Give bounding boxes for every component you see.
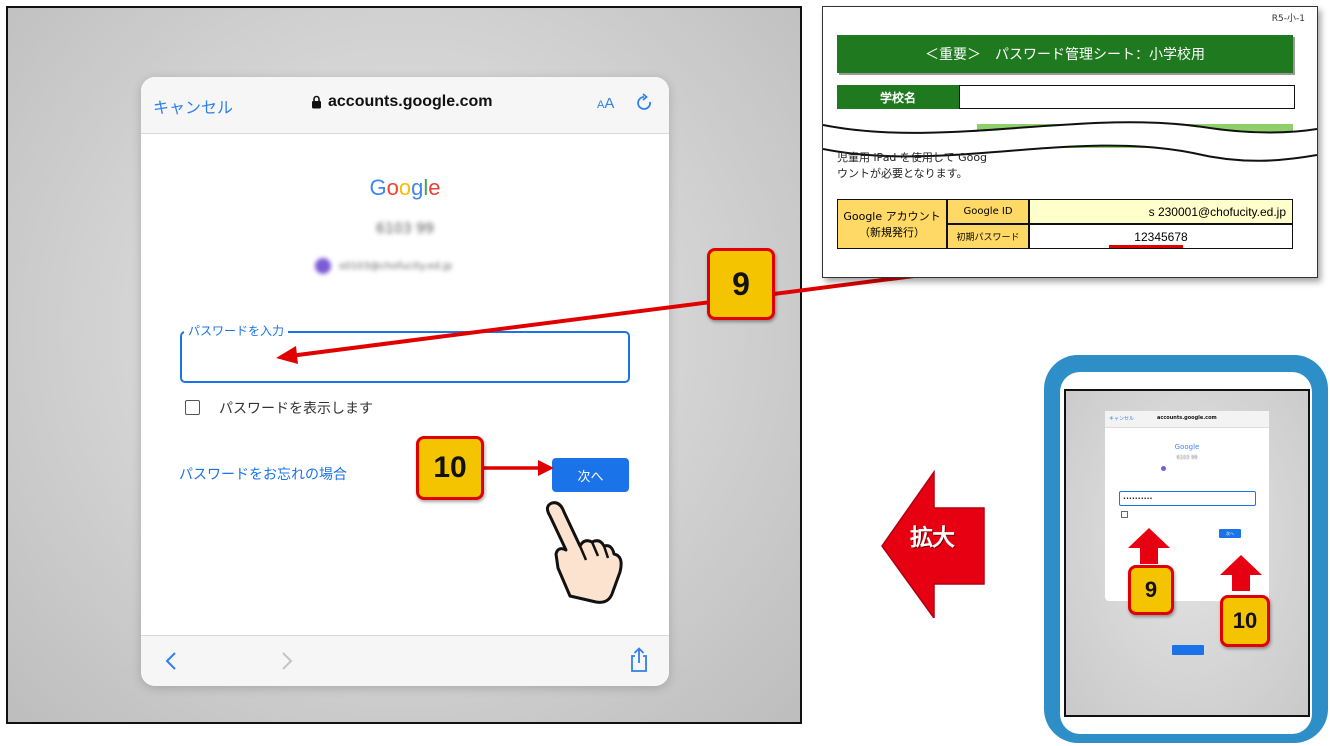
share-icon[interactable] (629, 647, 649, 673)
show-password-checkbox[interactable] (185, 400, 200, 415)
thumbnail-bottom-button (1172, 645, 1204, 655)
intro-line-1: 児童用 iPad を使用して Goog (837, 151, 988, 164)
show-password-label: パスワードを表示します (219, 401, 373, 417)
next-button[interactable]: 次へ (552, 458, 629, 492)
browser-toolbar (141, 635, 669, 686)
forward-icon[interactable] (281, 651, 293, 671)
forgot-password-link[interactable]: パスワードをお忘れの場合 (179, 464, 347, 484)
thumbnail-checkbox (1121, 511, 1128, 518)
google-id-value: s 230001@chofucity.ed.jp (1029, 199, 1293, 224)
pointing-hand-icon (545, 501, 623, 604)
school-label: 学校名 (837, 85, 959, 109)
thumbnail-arrow-9-icon (1128, 528, 1170, 564)
doc-title: ＜重要＞ パスワード管理シート：小学校用 (837, 35, 1293, 73)
zoom-label: 拡大 (910, 525, 955, 551)
thumbnail-password-field: •••••••••• (1119, 491, 1256, 506)
url-bar[interactable]: accounts.google.com (311, 93, 492, 111)
cancel-button[interactable]: キャンセル (153, 94, 233, 118)
lock-icon (312, 95, 321, 109)
url-text: accounts.google.com (328, 93, 493, 110)
text-size-button[interactable]: AA (597, 95, 614, 112)
thumbnail-url: accounts.google.com (1157, 415, 1217, 421)
thumbnail-next-button: 次へ (1219, 529, 1241, 538)
password-label: 初期パスワード (947, 224, 1029, 249)
thumbnail-step-9-badge: 9 (1128, 565, 1174, 615)
account-label-line1: Google アカウント (843, 210, 941, 223)
thumbnail-step-10-badge: 10 (1220, 595, 1270, 647)
intro-line-2: ウントが必要となります。 (837, 167, 968, 180)
school-value (959, 85, 1295, 109)
password-sheet-excerpt: R5-小-1 ＜重要＞ パスワード管理シート：小学校用 学校名 氏 名 児童用 … (822, 6, 1318, 278)
account-label-cell: Google アカウント （新規発行） (837, 199, 947, 249)
back-icon[interactable] (165, 651, 177, 671)
page-code: R5-小-1 (1271, 14, 1305, 24)
google-id-label: Google ID (947, 199, 1029, 224)
arrow-to-next-icon (482, 460, 554, 476)
step-10-badge: 10 (416, 436, 484, 500)
google-logo: Google (369, 175, 441, 200)
account-label-line2: （新規発行） (859, 226, 925, 239)
thumbnail-name: 6103 99 (1176, 455, 1198, 461)
thumbnail-google: Google (1174, 443, 1200, 451)
thumbnail-avatar (1161, 466, 1166, 471)
thumbnail-arrow-10-icon (1220, 555, 1262, 591)
password-underline (1109, 245, 1183, 248)
thumbnail-cancel: キャンセル (1109, 416, 1135, 422)
reload-icon[interactable] (635, 93, 655, 115)
step-9-badge: 9 (707, 248, 775, 320)
